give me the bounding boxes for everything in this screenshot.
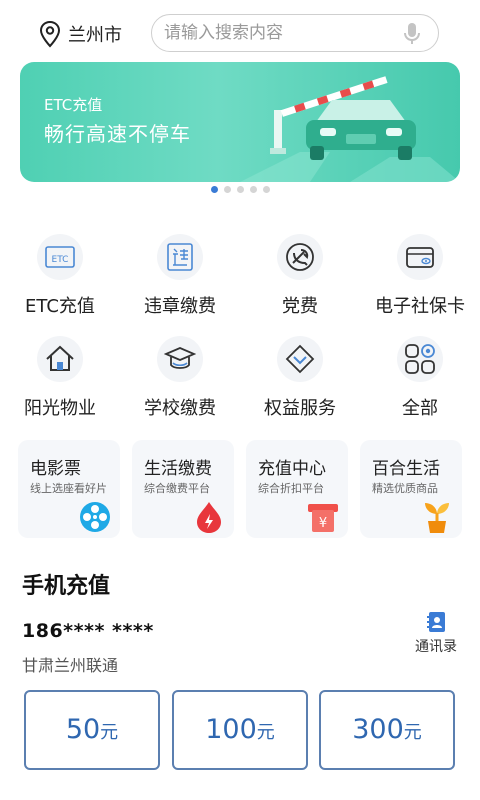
social-security-card-icon [397,234,443,280]
carousel-dot[interactable] [262,186,270,193]
svg-text:¥: ¥ [319,516,327,531]
all-apps-icon [397,336,443,382]
card-title: 百合生活 [372,459,440,479]
card-subtitle: 精选优质商品 [372,482,438,495]
service-benefits[interactable]: 权益服务 [240,336,360,420]
amount-unit: 元 [403,722,422,743]
service-label: 电子社保卡 [375,296,465,317]
service-violation[interactable]: 违章缴费 [120,234,240,318]
etc-icon: ETC [37,234,83,280]
service-property[interactable]: 阳光物业 [0,336,120,420]
carousel-dot[interactable] [236,186,244,193]
contacts-icon [427,612,445,632]
service-label: 学校缴费 [144,398,216,419]
party-emblem-icon [277,234,323,280]
section-title: 手机充值 [22,574,111,599]
card-title: 充值中心 [258,459,326,479]
card-lily-life[interactable]: 百合生活 精选优质商品 [360,440,462,538]
service-all[interactable]: 全部 [360,336,480,420]
service-etc[interactable]: ETC ETC充值 [0,234,120,318]
service-social-card[interactable]: 电子社保卡 [360,234,480,318]
card-title: 电影票 [30,459,81,479]
card-subtitle: 线上选座看好片 [30,482,107,495]
etc-car-illustration [240,76,460,182]
carrier-label: 甘肃兰州联通 [22,656,119,675]
amount-value: 50 [65,714,101,745]
service-label: 违章缴费 [144,296,216,317]
amount-option[interactable]: 100元 [172,690,308,770]
city-label: 兰州市 [68,25,122,46]
flame-icon [197,502,221,533]
amount-value: 100 [205,714,257,745]
phone-number[interactable]: 186**** **** [22,620,154,642]
service-label: 阳光物业 [24,398,96,419]
top-bar: 兰州市 [0,0,480,62]
carousel-dot[interactable] [210,186,218,193]
carousel-dot[interactable] [249,186,257,193]
amount-option[interactable]: 300元 [319,690,455,770]
contacts-button[interactable]: 通讯录 [404,612,468,656]
violation-icon [157,234,203,280]
film-reel-icon [80,502,110,532]
svg-text:ETC: ETC [52,255,69,265]
service-label: 全部 [402,398,438,419]
plant-icon [425,503,449,533]
card-subtitle: 综合缴费平台 [144,482,210,495]
carousel-dot[interactable] [223,186,231,193]
benefits-icon [277,336,323,382]
card-utility-bills[interactable]: 生活缴费 综合缴费平台 [132,440,234,538]
microphone-icon[interactable] [404,23,420,45]
card-movie-tickets[interactable]: 电影票 线上选座看好片 [18,440,120,538]
service-party-fee[interactable]: 党费 [240,234,360,318]
service-label: 权益服务 [264,398,336,419]
card-title: 生活缴费 [144,459,212,479]
location-pin-icon [39,20,61,48]
service-label: ETC充值 [25,296,95,317]
amount-unit: 元 [100,722,119,743]
promo-banner[interactable]: ETC充值 畅行高速不停车 [20,62,460,182]
contacts-label: 通讯录 [415,639,457,655]
amount-options: 50元 100元 300元 [24,690,460,770]
amount-option[interactable]: 50元 [24,690,160,770]
card-subtitle: 综合折扣平台 [258,482,324,495]
amount-unit: 元 [256,722,275,743]
service-label: 党费 [282,296,318,317]
graduation-cap-icon [157,336,203,382]
location-selector[interactable]: 兰州市 [38,20,122,48]
amount-value: 300 [352,714,404,745]
banner-title: 畅行高速不停车 [44,122,191,146]
recharge-icon: ¥ [308,504,338,532]
feature-cards: 电影票 线上选座看好片 生活缴费 综合缴费平台 充值中心 综合折扣平台 ¥ 百合… [18,440,462,538]
search-bar [151,14,439,52]
service-school-fee[interactable]: 学校缴费 [120,336,240,420]
banner-subtitle: ETC充值 [44,96,103,114]
carousel-indicator [0,186,480,196]
card-recharge-center[interactable]: 充值中心 综合折扣平台 ¥ [246,440,348,538]
house-icon [37,336,83,382]
search-input[interactable] [164,15,394,51]
